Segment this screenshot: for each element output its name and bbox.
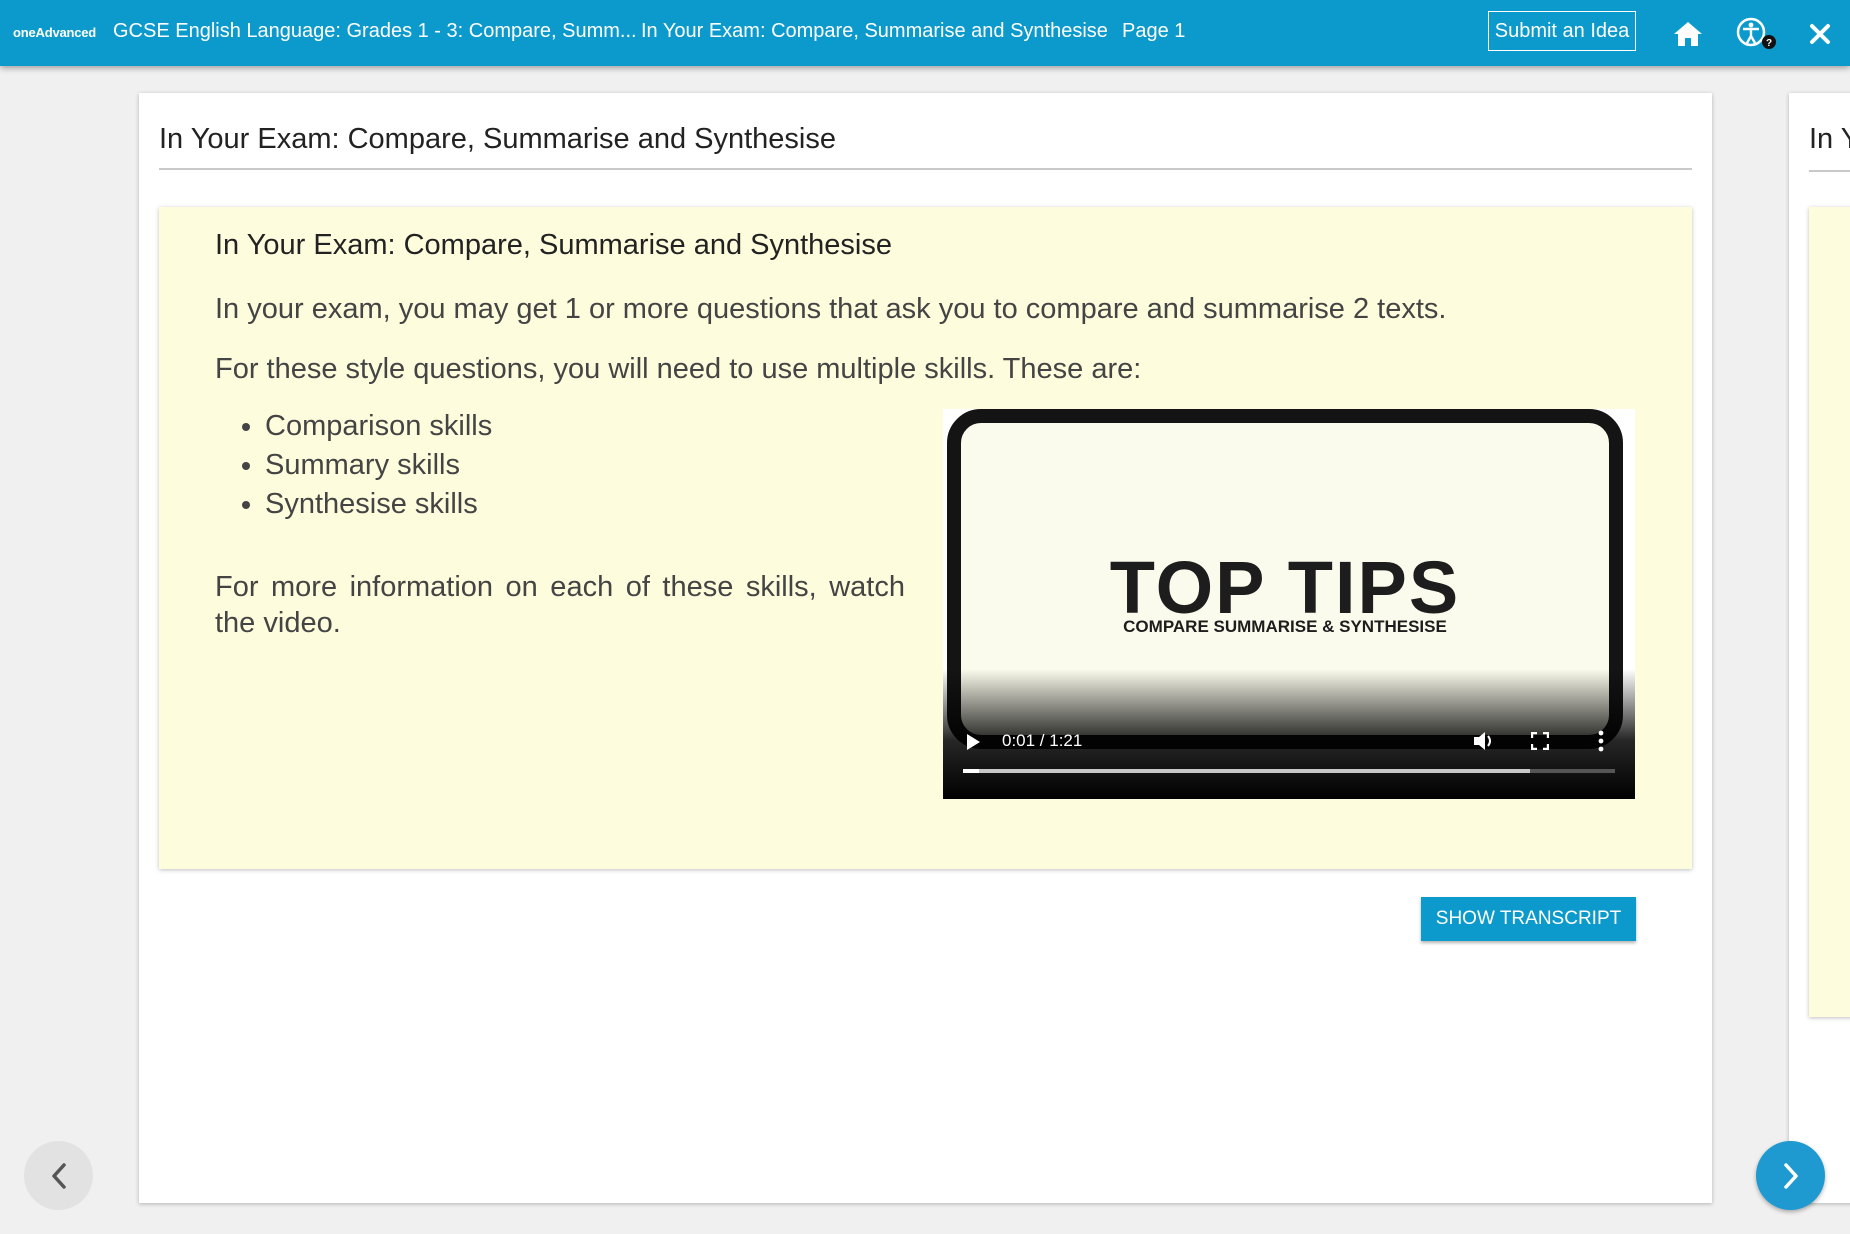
video-time: 0:01 / 1:21 xyxy=(1002,731,1083,750)
more-options-icon[interactable] xyxy=(1598,730,1604,757)
next-page-button[interactable] xyxy=(1756,1141,1825,1210)
skills-intro-paragraph: For these style questions, you will need… xyxy=(215,353,1142,385)
video-player[interactable]: TOP TIPS COMPARE SUMMARISE & SYNTHESISE … xyxy=(943,409,1635,799)
breadcrumb-lesson[interactable]: In Your Exam: Compare, Summarise and Syn… xyxy=(641,20,1108,43)
list-item: Summary skills xyxy=(265,446,492,485)
video-progress-bar[interactable] xyxy=(963,769,1615,773)
volume-icon[interactable] xyxy=(1472,730,1496,757)
info-panel: In Your Exam: Compare, Summarise and Syn… xyxy=(159,207,1692,941)
list-item: Comparison skills xyxy=(265,407,492,446)
skills-list: Comparison skills Summary skills Synthes… xyxy=(215,407,492,524)
next-card-title: In Y xyxy=(1809,123,1850,155)
previous-page-button[interactable] xyxy=(24,1141,93,1210)
intro-paragraph: In your exam, you may get 1 or more ques… xyxy=(215,293,1447,325)
panel-heading: In Your Exam: Compare, Summarise and Syn… xyxy=(215,229,892,261)
accessibility-icon[interactable]: ? xyxy=(1728,14,1784,54)
breadcrumb-page: Page 1 xyxy=(1122,20,1186,42)
content-card: In Your Exam: Compare, Summarise and Syn… xyxy=(139,93,1712,1203)
svg-text:?: ? xyxy=(1766,38,1772,49)
home-icon[interactable] xyxy=(1668,14,1708,54)
video-subtitle: COMPARE SUMMARISE & SYNTHESISE xyxy=(1123,617,1447,636)
chevron-right-icon xyxy=(1783,1162,1798,1189)
list-item: Synthesise skills xyxy=(265,485,492,524)
video-prompt-paragraph: For more information on each of these sk… xyxy=(215,571,905,639)
fullscreen-icon[interactable] xyxy=(1530,731,1550,755)
chevron-left-icon xyxy=(51,1162,66,1189)
page-title: In Your Exam: Compare, Summarise and Syn… xyxy=(159,123,1692,170)
submit-idea-button[interactable]: Submit an Idea xyxy=(1488,11,1636,51)
top-bar: oneAdvanced GCSE English Language: Grade… xyxy=(0,0,1850,66)
next-card-preview[interactable]: In Y xyxy=(1789,93,1850,1203)
play-icon[interactable] xyxy=(965,733,981,756)
show-transcript-button[interactable]: SHOW TRANSCRIPT xyxy=(1421,897,1636,941)
breadcrumb-course[interactable]: GCSE English Language: Grades 1 - 3: Com… xyxy=(113,20,637,43)
close-icon[interactable] xyxy=(1800,14,1840,54)
brand-logo: oneAdvanced xyxy=(13,25,97,40)
